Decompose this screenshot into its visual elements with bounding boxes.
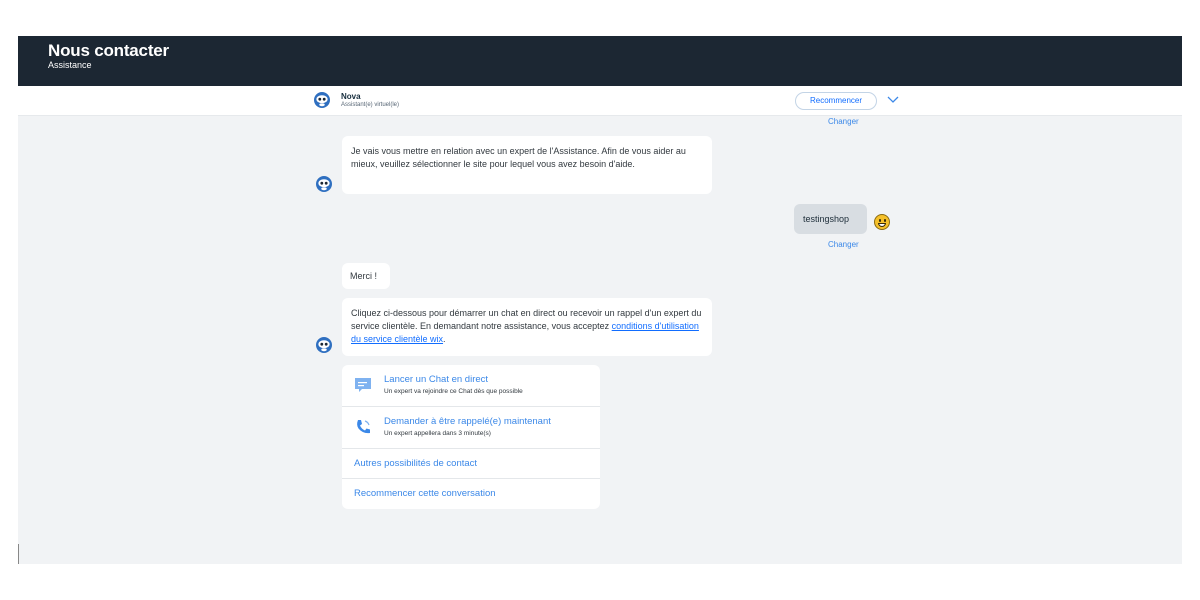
robot-avatar-icon (316, 337, 332, 353)
window-edge (18, 544, 19, 564)
page-subtitle: Assistance (48, 60, 92, 70)
option-title: Recommencer cette conversation (354, 488, 496, 499)
change-link-top[interactable]: Changer (828, 117, 859, 126)
option-live-chat[interactable]: Lancer un Chat en direct Un expert va re… (342, 365, 600, 407)
assistant-name: Nova (341, 92, 361, 101)
option-title: Lancer un Chat en direct (384, 374, 489, 385)
option-title: Demander à être rappelé(e) maintenant (384, 416, 551, 427)
assistant-role: Assistant(e) virtuel(le) (341, 102, 400, 108)
contact-options: Lancer un Chat en direct Un expert va re… (342, 365, 600, 509)
user-message: testingshop (794, 204, 867, 234)
change-link[interactable]: Changer (828, 240, 859, 249)
page-title: Nous contacter (48, 41, 169, 60)
bot-message: Merci ! (342, 263, 390, 289)
chat-bubble-icon (355, 378, 371, 392)
bot-message-end: . (443, 334, 446, 344)
option-restart-conversation[interactable]: Recommencer cette conversation (342, 479, 600, 509)
chevron-down-icon[interactable] (886, 94, 900, 106)
robot-avatar-icon (314, 92, 330, 108)
smiley-emoji-icon (874, 214, 890, 230)
bot-message: Je vais vous mettre en relation avec un … (342, 136, 712, 194)
restart-button[interactable]: Recommencer (795, 92, 877, 110)
option-callback[interactable]: Demander à être rappelé(e) maintenant Un… (342, 407, 600, 449)
option-title: Autres possibilités de contact (354, 458, 478, 469)
option-subtitle: Un expert va rejoindre ce Chat dès que p… (384, 388, 523, 395)
phone-icon (357, 420, 370, 434)
bot-message: Cliquez ci-dessous pour démarrer un chat… (342, 298, 712, 356)
option-other-contact[interactable]: Autres possibilités de contact (342, 449, 600, 479)
robot-avatar-icon (316, 176, 332, 192)
chat-window: Nous contacter Assistance Nova Assistant… (18, 36, 1182, 564)
assistant-bar (18, 86, 1182, 116)
option-subtitle: Un expert appellera dans 3 minute(s) (384, 430, 491, 437)
